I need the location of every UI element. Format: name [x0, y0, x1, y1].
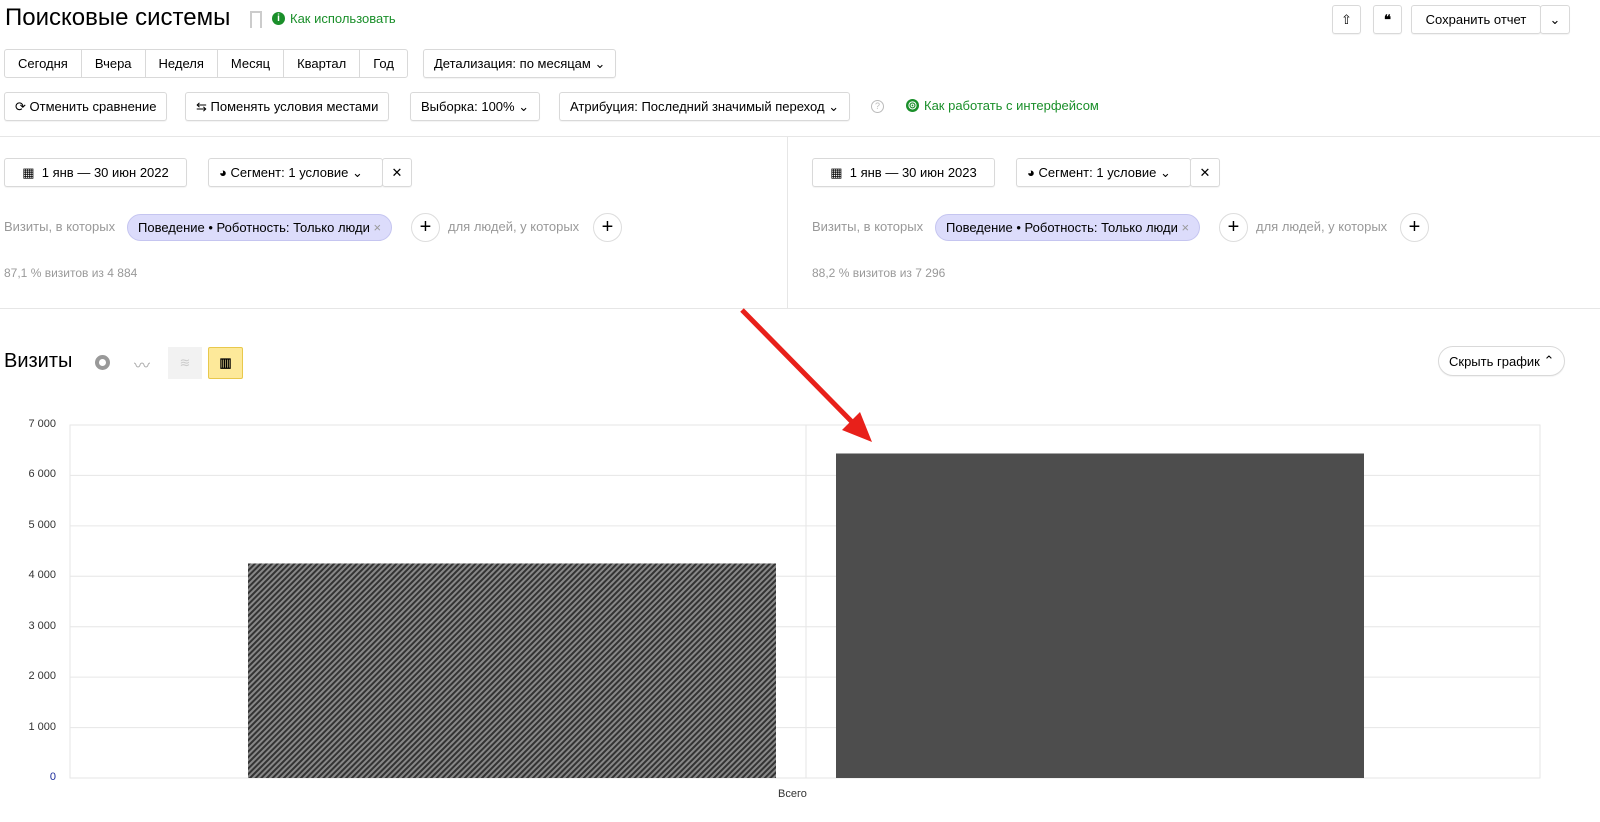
visits-label: Визиты, в которых [812, 219, 924, 234]
period-month[interactable]: Месяц [218, 50, 285, 77]
export-button[interactable]: ⇧ [1332, 5, 1361, 34]
page-title: Поисковые системы [5, 4, 231, 31]
bar-1[interactable] [248, 563, 776, 778]
add-people-condition-button-1[interactable]: + [593, 213, 622, 242]
segment-remove-button-1[interactable]: ✕ [382, 158, 412, 187]
red-arrow-annotation [740, 308, 872, 442]
pie-chart-icon[interactable] [95, 355, 110, 370]
detail-dropdown[interactable]: Детализация: по месяцам ⌄ [423, 49, 617, 78]
hide-chart-label: Скрыть график [1449, 353, 1540, 369]
add-people-condition-button-2[interactable]: + [1400, 213, 1429, 242]
interface-help-link[interactable]: ◎ Как работать с интерфейсом [906, 98, 1099, 113]
divider [0, 136, 1600, 137]
y-tick-label: 2 000 [28, 670, 56, 683]
save-dropdown-button[interactable]: ⌄ [1540, 5, 1570, 34]
hide-chart-button[interactable]: Скрыть график ⌃ [1438, 346, 1566, 376]
date-range-button-1[interactable]: ▦ 1 янв — 30 июн 2022 [4, 158, 187, 187]
bar-chart [69, 424, 1541, 779]
period-selector: Сегодня Вчера Неделя Месяц Квартал Год [4, 49, 408, 78]
people-label: для людей, у которых [1256, 219, 1388, 234]
x-tick-label: Всего [778, 788, 807, 800]
y-tick-label: 4 000 [28, 569, 56, 582]
chip-label: Поведение • Роботность: Только люди [138, 220, 370, 235]
y-tick-label: 0 [49, 771, 56, 783]
info-icon: i [272, 12, 285, 25]
visits-label: Визиты, в которых [4, 219, 116, 234]
attribution-dropdown[interactable]: Атрибуция: Последний значимый переход ⌄ [559, 92, 851, 121]
condition-chip-2[interactable]: Поведение • Роботность: Только люди × [935, 214, 1201, 241]
period-today[interactable]: Сегодня [5, 50, 82, 77]
bar-2[interactable] [836, 453, 1364, 778]
swap-conditions-button[interactable]: ⇆ Поменять условия местами [185, 92, 390, 121]
close-icon[interactable]: × [374, 220, 382, 235]
bookmark-icon[interactable] [250, 11, 262, 28]
period-quarter[interactable]: Квартал [284, 50, 361, 77]
date-range-label: 1 янв — 30 июн 2023 [849, 165, 977, 180]
help-link-label: Как использовать [290, 11, 396, 26]
period-yesterday[interactable]: Вчера [82, 50, 146, 77]
y-tick-label: 3 000 [28, 619, 56, 632]
attribution-label: Атрибуция: Последний значимый переход [570, 99, 825, 114]
compass-icon: ◎ [906, 99, 919, 112]
add-visit-condition-button-1[interactable]: + [411, 213, 440, 242]
period-week[interactable]: Неделя [146, 50, 218, 77]
detail-label: Детализация: по месяцам [434, 56, 591, 71]
question-icon[interactable]: ? [871, 100, 884, 113]
add-visit-condition-button-2[interactable]: + [1219, 213, 1248, 242]
cancel-compare-button[interactable]: ⟳ Отменить сравнение [4, 92, 168, 121]
segment-remove-button-2[interactable]: ✕ [1190, 158, 1220, 187]
segment-dropdown-2[interactable]: ◕ Сегмент: 1 условие ⌄ [1016, 158, 1191, 187]
chart-title: Визиты [4, 350, 73, 372]
cancel-compare-label: Отменить сравнение [29, 99, 157, 114]
close-icon[interactable]: × [1182, 220, 1190, 235]
line-chart-icon[interactable]: 〰 [134, 352, 150, 376]
sample-dropdown[interactable]: Выборка: 100% ⌄ [410, 92, 541, 121]
condition-chip-1[interactable]: Поведение • Роботность: Только люди × [127, 214, 393, 241]
segment-dropdown-1[interactable]: ◕ Сегмент: 1 условие ⌄ [208, 158, 383, 187]
swap-label: Поменять условия местами [210, 99, 379, 114]
divider [787, 136, 788, 308]
chip-label: Поведение • Роботность: Только люди [946, 220, 1178, 235]
people-label: для людей, у которых [448, 219, 580, 234]
area-chart-icon[interactable]: ≋ [168, 347, 202, 379]
save-report-button[interactable]: Сохранить отчет [1411, 5, 1541, 34]
how-to-use-link[interactable]: i Как использовать [272, 11, 396, 26]
date-range-label: 1 янв — 30 июн 2022 [41, 165, 169, 180]
bar-chart-icon[interactable]: ▥ [208, 347, 243, 379]
y-tick-label: 6 000 [28, 468, 56, 481]
segment-summary-2: 88,2 % визитов из 7 296 [812, 266, 946, 280]
segment-label: Сегмент: 1 условие [230, 165, 349, 180]
period-year[interactable]: Год [360, 50, 407, 77]
sample-label: Выборка: 100% [421, 99, 515, 114]
segment-summary-1: 87,1 % визитов из 4 884 [4, 266, 138, 280]
date-range-button-2[interactable]: ▦ 1 янв — 30 июн 2023 [812, 158, 995, 187]
y-tick-label: 7 000 [28, 418, 56, 430]
y-tick-label: 1 000 [28, 720, 56, 733]
quote-button[interactable]: ❝ [1373, 5, 1402, 34]
interface-link-label: Как работать с интерфейсом [924, 98, 1099, 113]
segment-label: Сегмент: 1 условие [1038, 165, 1157, 180]
y-tick-label: 5 000 [28, 518, 56, 531]
